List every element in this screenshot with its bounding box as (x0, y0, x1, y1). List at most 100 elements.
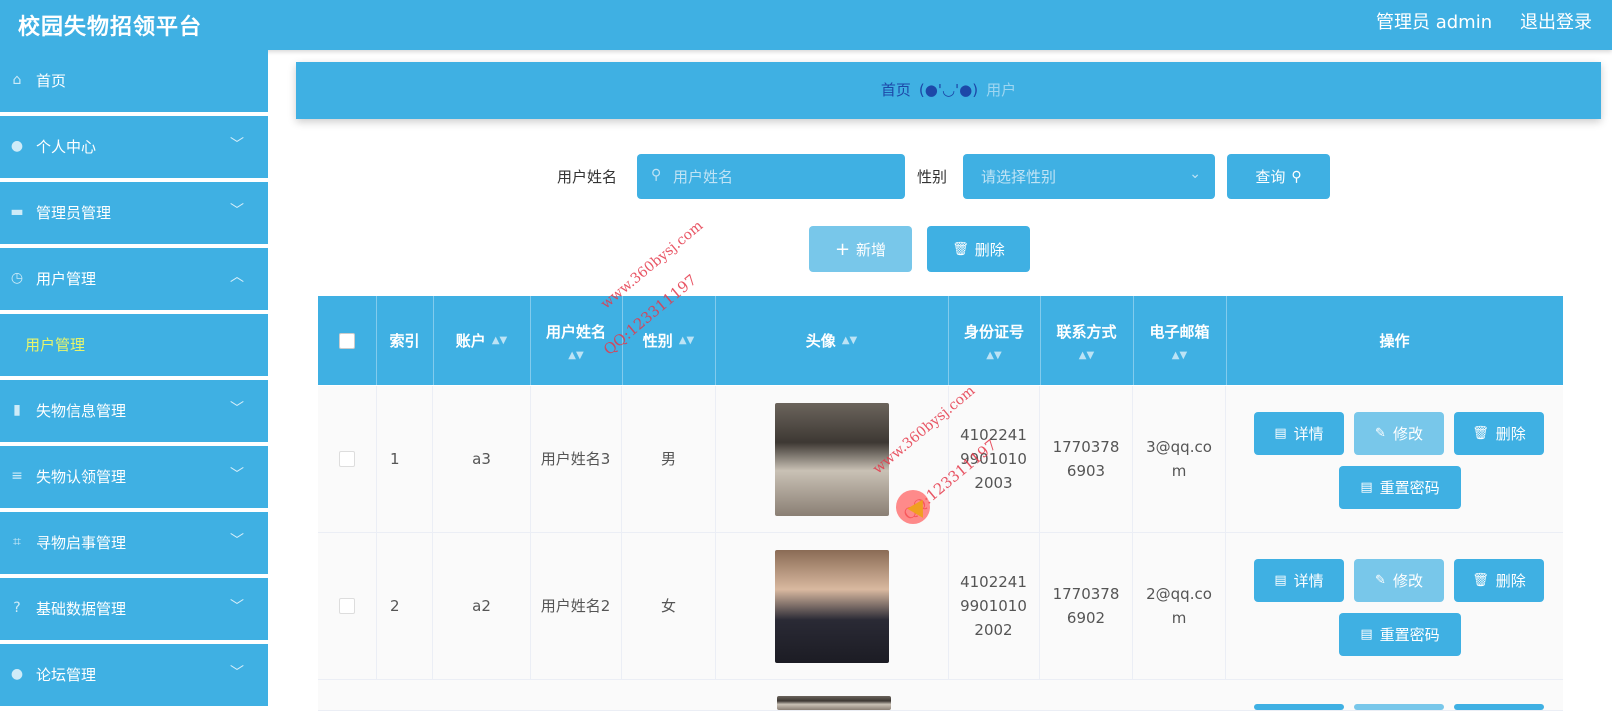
chevron-down-icon: ⌄ (1189, 166, 1201, 182)
col-actions: 操作 (1226, 296, 1563, 385)
edit-button[interactable]: ✎ 修改 (1354, 559, 1444, 602)
row-delete-button[interactable]: 🗑 删除 (1454, 412, 1544, 455)
name-search-input[interactable]: ⚲ 用户姓名 (637, 154, 905, 199)
col-avatar[interactable]: 头像 ▲▼ (715, 296, 949, 385)
detail-button[interactable] (1254, 704, 1344, 710)
breadcrumb-emoticon: (●'◡'●) (918, 81, 979, 99)
reset-password-button[interactable]: ▤ 重置密码 (1339, 466, 1461, 509)
col-index-label: 索引 (389, 332, 420, 350)
sort-icon[interactable]: ▲▼ (842, 335, 857, 346)
sidebar-item-home[interactable]: ⌂ 首页 (0, 50, 268, 112)
sort-icon[interactable]: ▲▼ (679, 335, 694, 346)
monitor-icon: ▬ (10, 204, 24, 220)
sort-icon[interactable]: ▲▼ (492, 335, 507, 346)
search-icon: ⚲ (1291, 168, 1302, 185)
row-delete-button[interactable]: 🗑 删除 (1454, 559, 1544, 602)
query-button[interactable]: 查询 ⚲ (1227, 154, 1330, 199)
col-name-label: 用户姓名 (545, 322, 606, 341)
delete-button-label: 删除 (974, 240, 1005, 259)
sidebar-item-forum[interactable]: ● 论坛管理 ﹀ (0, 644, 268, 706)
sidebar-item-lost-claims[interactable]: ≡ 失物认领管理 ﹀ (0, 446, 268, 508)
sort-icon[interactable]: ▲▼ (1079, 350, 1094, 361)
query-button-label: 查询 (1255, 168, 1286, 186)
document-icon: ▤ (1274, 572, 1287, 588)
sidebar: ⌂ 首页 ● 个人中心 ﹀ ▬ 管理员管理 ﹀ ◷ 用户管理 ︿ 用户管理 ▮ … (0, 50, 268, 710)
avatar[interactable] (774, 549, 889, 663)
name-search-placeholder: 用户姓名 (673, 168, 734, 186)
avatar[interactable] (777, 696, 891, 710)
col-phone[interactable]: 联系方式 ▲▼ (1040, 296, 1134, 385)
col-account[interactable]: 账户 ▲▼ (433, 296, 531, 385)
edit-button[interactable] (1354, 704, 1444, 710)
cell-name: 用户姓名3 (530, 386, 622, 532)
col-gender-label: 性别 (642, 332, 673, 350)
document-icon: ▤ (1274, 425, 1287, 441)
sort-icon[interactable]: ▲▼ (568, 350, 583, 361)
sidebar-item-label: 个人中心 (36, 138, 97, 156)
reset-password-button-label: 重置密码 (1379, 625, 1440, 644)
sidebar-item-label: 用户管理 (36, 270, 97, 288)
edit-button[interactable]: ✎ 修改 (1354, 412, 1444, 455)
sidebar-subitem-user-management[interactable]: 用户管理 (0, 314, 268, 376)
admin-label: 管理员 admin (1376, 12, 1493, 33)
chevron-down-icon: ﹀ (230, 533, 244, 549)
trash-icon: 🗑 (1472, 425, 1489, 441)
cell-name: 用户姓名2 (530, 533, 622, 679)
cell-email: 2@qq.com (1133, 533, 1226, 679)
row-select-cell[interactable] (318, 533, 377, 679)
user-icon: ● (10, 138, 24, 154)
reset-password-button[interactable]: ▤ 重置密码 (1339, 613, 1461, 656)
row-delete-button[interactable] (1454, 704, 1544, 710)
row-checkbox[interactable] (339, 451, 355, 467)
row-select-cell[interactable] (318, 386, 377, 532)
add-button[interactable]: + 新增 (809, 226, 912, 272)
logout-link[interactable]: 退出登录 (1520, 8, 1592, 34)
sidebar-item-base-data[interactable]: ? 基础数据管理 ﹀ (0, 578, 268, 640)
chevron-down-icon: ﹀ (230, 137, 244, 153)
sidebar-item-user-management[interactable]: ◷ 用户管理 ︿ (0, 248, 268, 310)
reset-password-button-label: 重置密码 (1379, 478, 1440, 497)
detail-button[interactable]: ▤ 详情 (1254, 412, 1344, 455)
col-id-card-label: 身份证号 (963, 322, 1024, 341)
cell-account: a3 (433, 386, 531, 532)
help-icon: ? (13, 600, 21, 616)
cell-phone: 17703786902 (1040, 533, 1133, 679)
list-icon: ≡ (11, 468, 23, 484)
breadcrumb-home[interactable]: 首页 (881, 81, 911, 99)
table-header: 索引 账户 ▲▼ 用户姓名 ▲▼ 性别 ▲▼ 头像 ▲▼ 身份证号 ▲▼ 联系方式 ▲▼ 电… (318, 296, 1563, 385)
avatar[interactable] (774, 402, 889, 516)
search-icon: ⚲ (651, 167, 662, 183)
crop-icon: ⌗ (13, 534, 21, 550)
sidebar-item-personal-center[interactable]: ● 个人中心 ﹀ (0, 116, 268, 178)
edit-icon: ✎ (1375, 572, 1386, 588)
col-email[interactable]: 电子邮箱 ▲▼ (1133, 296, 1227, 385)
select-all-checkbox[interactable] (339, 332, 355, 349)
detail-button[interactable]: ▤ 详情 (1254, 559, 1344, 602)
sort-icon[interactable]: ▲▼ (986, 350, 1001, 361)
cell-account: a2 (433, 533, 531, 679)
select-all-cell[interactable] (318, 296, 377, 385)
sidebar-item-label: 首页 (36, 72, 67, 90)
breadcrumb-current: 用户 (986, 81, 1017, 99)
row-checkbox[interactable] (339, 598, 355, 614)
col-id-card[interactable]: 身份证号 ▲▼ (948, 296, 1041, 385)
sidebar-item-label: 用户管理 (25, 336, 86, 354)
sidebar-item-label: 寻物启事管理 (36, 534, 127, 552)
sidebar-item-search-notices[interactable]: ⌗ 寻物启事管理 ﹀ (0, 512, 268, 574)
sidebar-item-admin-management[interactable]: ▬ 管理员管理 ﹀ (0, 182, 268, 244)
gender-select[interactable]: 请选择性别 ⌄ (963, 154, 1215, 199)
cell-actions: ▤ 详情 ✎ 修改 🗑 删除 ▤ 重置密码 (1226, 386, 1563, 532)
cell-id-card: 410224199010102002 (948, 533, 1040, 679)
chevron-down-icon: ﹀ (230, 599, 244, 615)
home-icon: ⌂ (12, 72, 22, 88)
cell-email: 3@qq.com (1133, 386, 1226, 532)
edit-icon: ✎ (1375, 425, 1386, 441)
document-icon: ▤ (1360, 626, 1373, 642)
breadcrumb: 首页 (●'◡'●) 用户 (296, 62, 1601, 119)
sidebar-item-lost-items[interactable]: ▮ 失物信息管理 ﹀ (0, 380, 268, 442)
detail-button-label: 详情 (1293, 424, 1324, 443)
delete-button[interactable]: 🗑 删除 (927, 226, 1030, 272)
clock-icon: ◷ (10, 270, 24, 286)
sort-icon[interactable]: ▲▼ (1172, 350, 1187, 361)
name-search-label: 用户姓名 (557, 168, 618, 186)
